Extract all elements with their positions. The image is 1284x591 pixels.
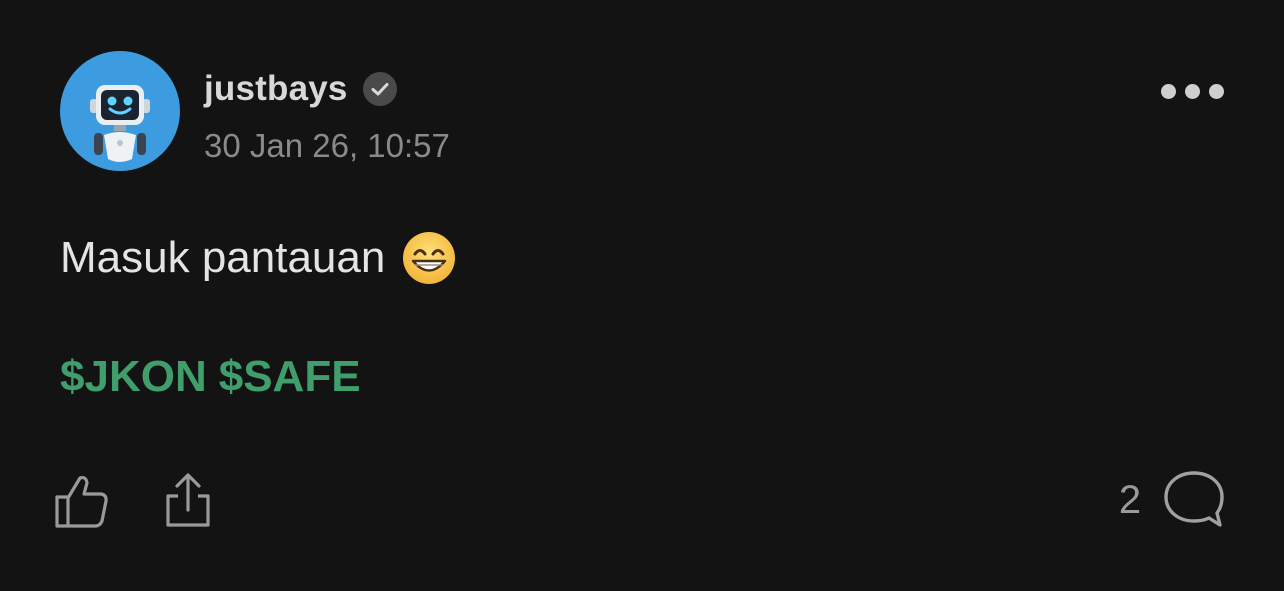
- share-icon: [166, 473, 210, 527]
- post-body: Masuk pantauan: [60, 228, 457, 288]
- ticker-link-safe[interactable]: $SAFE: [219, 352, 361, 402]
- thumbs-up-icon: [55, 475, 108, 528]
- robot-avatar-icon: [90, 85, 150, 162]
- username[interactable]: justbays: [204, 69, 348, 109]
- comment-bubble-icon: [1164, 471, 1224, 527]
- like-button[interactable]: [52, 472, 112, 530]
- comment-button[interactable]: [1162, 468, 1226, 530]
- grinning-face-emoji-icon: [401, 230, 457, 286]
- more-options-dot: [1184, 83, 1200, 99]
- post-card: justbays 30 Jan 26, 10:57 Masuk pantauan: [0, 0, 1284, 591]
- share-button[interactable]: [160, 470, 216, 530]
- post-text: Masuk pantauan: [60, 233, 386, 282]
- post-timestamp: 30 Jan 26, 10:57: [204, 127, 450, 164]
- avatar[interactable]: [60, 51, 180, 171]
- ticker-link-jkon[interactable]: $JKON: [60, 352, 207, 402]
- more-options-button[interactable]: [1152, 74, 1232, 108]
- author-row: justbays: [204, 66, 398, 112]
- verified-badge-icon: [362, 71, 398, 107]
- more-options-dot: [1208, 83, 1224, 99]
- comment-count: 2: [1118, 478, 1142, 522]
- ticker-tags: $JKON $SAFE: [60, 352, 361, 402]
- more-options-icon: [1160, 83, 1176, 99]
